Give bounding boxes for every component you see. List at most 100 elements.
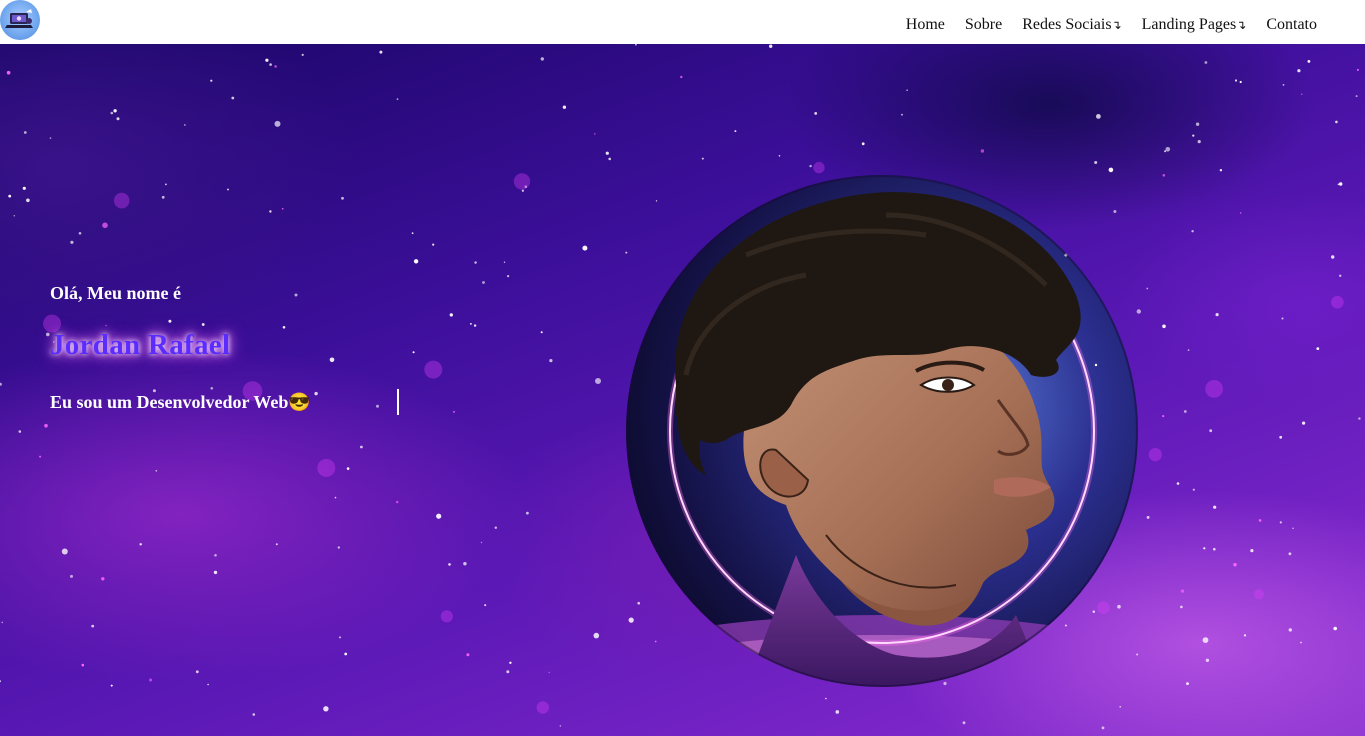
star	[1180, 589, 1185, 593]
star	[301, 53, 304, 56]
nav-redes-sociais-dropdown[interactable]: Redes Sociais↴	[1022, 16, 1121, 34]
star	[269, 63, 272, 66]
star	[18, 430, 22, 433]
hero-greeting: Olá, Meu nome é	[50, 283, 181, 303]
star	[165, 183, 167, 186]
star	[1239, 80, 1242, 84]
star	[1243, 634, 1247, 637]
star	[680, 75, 683, 79]
star	[78, 232, 82, 235]
nav-home-link[interactable]: Home	[906, 16, 945, 34]
star	[503, 261, 506, 263]
nebula-spark	[317, 458, 336, 477]
star	[1219, 169, 1223, 172]
star	[906, 89, 908, 91]
star	[0, 382, 2, 386]
star	[480, 541, 483, 544]
star	[1180, 605, 1183, 609]
star	[1203, 547, 1206, 550]
star	[344, 652, 348, 656]
logo-icon[interactable]	[0, 0, 40, 40]
star	[1164, 150, 1167, 153]
star	[49, 137, 52, 139]
star	[734, 130, 737, 133]
star	[540, 331, 543, 334]
star	[168, 319, 172, 323]
star	[1307, 60, 1311, 63]
dropdown-arrow-icon: ↴	[1111, 18, 1122, 32]
nav-landing-pages-dropdown[interactable]: Landing Pages↴	[1142, 16, 1247, 34]
nebula-spark	[513, 173, 531, 190]
star	[379, 50, 383, 54]
star	[1187, 349, 1190, 351]
star	[227, 188, 229, 191]
star	[436, 513, 442, 519]
star	[334, 496, 337, 499]
star	[0, 680, 1, 683]
typing-cursor	[397, 389, 399, 415]
nebula-spark	[440, 610, 453, 623]
star	[8, 194, 12, 198]
star	[509, 661, 512, 664]
dropdown-arrow-icon: ↴	[1236, 18, 1247, 32]
star	[1316, 347, 1320, 350]
star	[1176, 482, 1180, 485]
star	[635, 44, 637, 46]
star	[482, 281, 485, 284]
star	[213, 570, 218, 575]
star	[341, 196, 344, 200]
star	[81, 663, 85, 667]
star	[110, 684, 113, 687]
nebula-spark	[1331, 295, 1344, 309]
star	[269, 210, 272, 213]
star	[1213, 505, 1217, 509]
nebula-spark	[1148, 448, 1162, 462]
star	[814, 112, 818, 115]
star	[506, 670, 510, 674]
star	[13, 215, 15, 217]
star	[1101, 726, 1105, 730]
star	[1096, 114, 1101, 119]
star	[594, 133, 596, 135]
star	[1209, 429, 1213, 433]
nebula-spark	[536, 701, 549, 714]
star	[473, 324, 477, 327]
star	[396, 98, 399, 100]
star	[195, 670, 199, 674]
star	[360, 445, 363, 449]
star	[1355, 95, 1358, 98]
star	[962, 721, 966, 725]
star	[608, 157, 611, 161]
star	[91, 624, 95, 628]
star	[432, 243, 435, 246]
star	[1297, 69, 1301, 73]
star	[23, 131, 27, 134]
star	[521, 189, 525, 192]
star	[231, 96, 235, 100]
star	[582, 245, 588, 251]
star	[161, 195, 165, 199]
star	[314, 391, 318, 396]
star	[70, 574, 73, 578]
star	[1183, 410, 1187, 413]
star	[1301, 93, 1303, 95]
star	[901, 113, 903, 116]
star	[526, 511, 529, 515]
star	[395, 500, 399, 504]
star	[1331, 255, 1335, 259]
star	[825, 697, 827, 700]
star	[214, 554, 217, 557]
nav-contato-link[interactable]: Contato	[1266, 16, 1317, 34]
star	[329, 357, 335, 363]
nebula-spark	[1253, 589, 1264, 600]
star	[1233, 563, 1237, 567]
star	[559, 725, 561, 727]
star	[1356, 68, 1359, 71]
star	[101, 577, 105, 581]
nav-sobre-link[interactable]: Sobre	[965, 16, 1002, 34]
star	[548, 671, 550, 674]
star	[1192, 134, 1195, 137]
star	[207, 683, 209, 686]
star	[1146, 516, 1150, 519]
star	[1162, 174, 1166, 177]
